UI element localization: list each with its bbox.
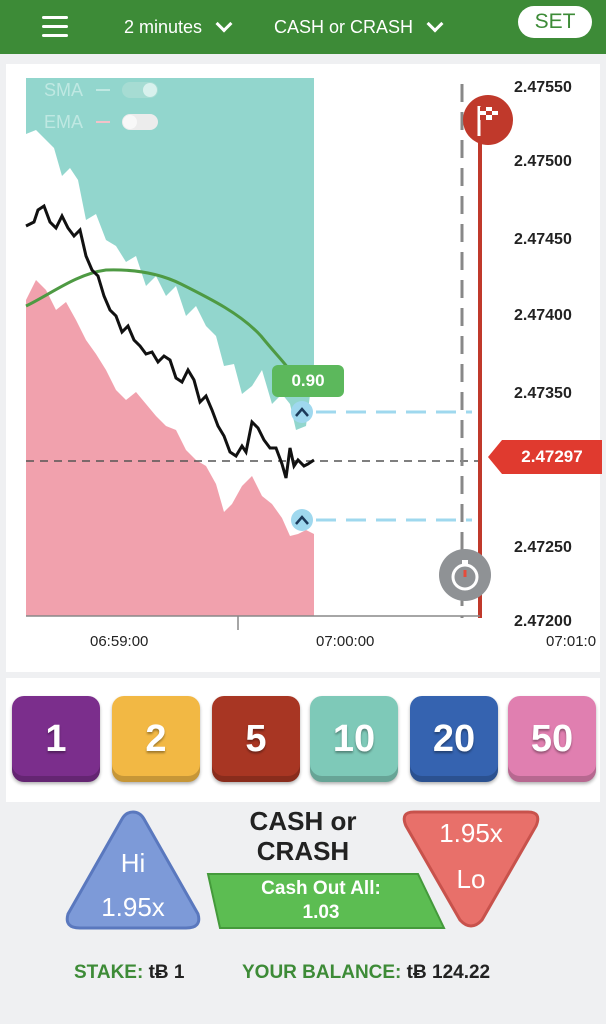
price-chart[interactable]: SMA EMA 2.47550 2.47500 2.47450 2.47400 … (6, 64, 602, 672)
stake-value: tɃ 1 (148, 962, 185, 983)
x-tick-label: 07:00:00 (316, 633, 374, 650)
chip-20[interactable]: 20 (410, 696, 498, 782)
x-tick-label: 06:59:00 (90, 633, 148, 650)
barrier-value-badge: 0.90 (272, 365, 344, 397)
sma-legend-label: SMA (44, 80, 83, 100)
x-tick-label: 07:01:0 (546, 633, 596, 650)
cash-out-label: Cash Out All: (261, 878, 381, 899)
current-price-value: 2.47297 (502, 440, 602, 474)
chip-5[interactable]: 5 (212, 696, 300, 782)
hi-button[interactable]: Hi 1.95x (62, 806, 204, 934)
stake-label: STAKE: (74, 962, 144, 983)
upper-barrier-handle[interactable] (291, 401, 313, 423)
menu-icon[interactable] (42, 16, 68, 38)
timer-icon[interactable] (438, 548, 492, 602)
lower-barrier-handle[interactable] (291, 509, 313, 531)
finish-flag-icon (463, 95, 513, 145)
chip-10[interactable]: 10 (310, 696, 398, 782)
chip-2[interactable]: 2 (112, 696, 200, 782)
cash-out-value: 1.03 (302, 902, 340, 923)
current-price-tag: 2.47297 (488, 440, 606, 474)
y-tick-label: 2.47400 (514, 307, 572, 324)
y-tick-label: 2.47500 (514, 153, 572, 170)
game-label: CASH or CRASH (274, 16, 414, 37)
chevron-down-icon (215, 15, 233, 32)
game-selector[interactable]: CASH or CRASH (274, 14, 444, 40)
duration-selector[interactable]: 2 minutes (124, 14, 233, 40)
y-tick-label: 2.47200 (514, 613, 572, 630)
y-tick-label: 2.47550 (514, 79, 572, 96)
set-button[interactable]: SET (518, 6, 592, 38)
lo-multiplier: 1.95x (439, 818, 503, 848)
chip-1[interactable]: 1 (12, 696, 100, 782)
sma-toggle-knob (143, 83, 157, 97)
duration-label: 2 minutes (124, 16, 203, 37)
balance-info: YOUR BALANCE: tɃ 124.22 (242, 962, 490, 984)
balance-value: tɃ 124.22 (406, 962, 491, 983)
stake-chips: 1 2 5 10 20 50 (6, 678, 600, 802)
game-title-line1: CASH or (249, 806, 357, 836)
chip-50[interactable]: 50 (508, 696, 596, 782)
game-title-line2: CRASH (256, 836, 350, 866)
top-bar: 2 minutes CASH or CRASH SET (0, 0, 606, 54)
stake-info: STAKE: tɃ 1 (74, 962, 185, 984)
hi-multiplier: 1.95x (101, 892, 165, 922)
chevron-down-icon (426, 15, 444, 32)
ema-toggle-knob (123, 115, 137, 129)
y-tick-label: 2.47250 (514, 539, 572, 556)
cash-out-all-button[interactable]: Cash Out All: 1.03 (196, 872, 446, 930)
y-tick-label: 2.47450 (514, 231, 572, 248)
hi-label: Hi (120, 848, 146, 878)
y-tick-label: 2.47350 (514, 385, 572, 402)
balance-label: YOUR BALANCE: (242, 962, 402, 983)
ema-legend-label: EMA (44, 112, 83, 132)
